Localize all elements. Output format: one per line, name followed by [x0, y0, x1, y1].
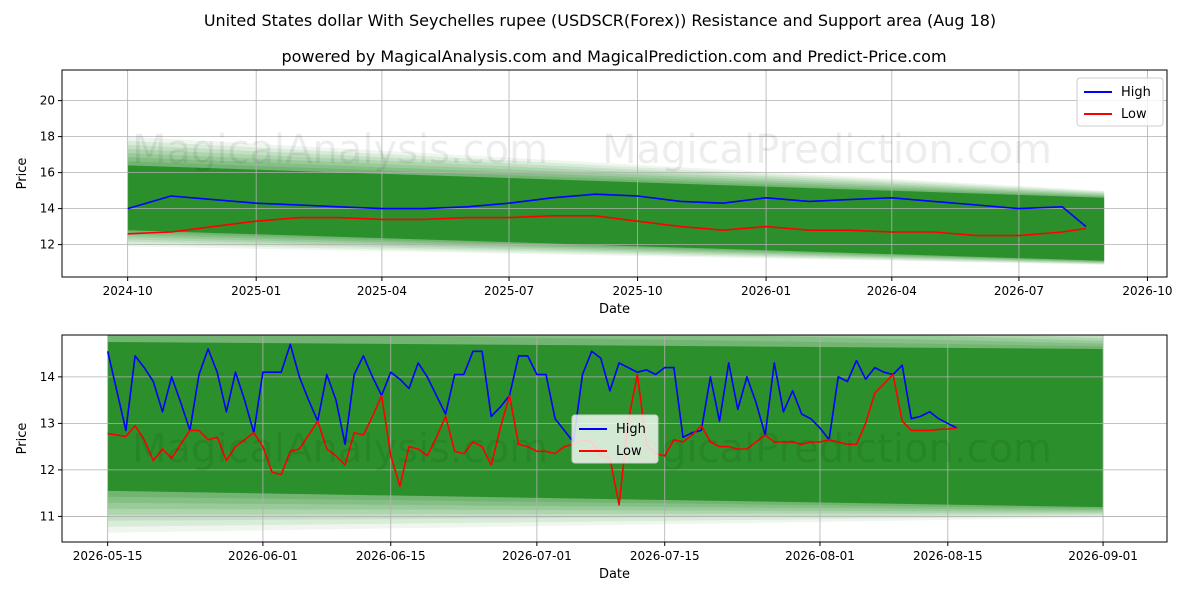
- figure-svg: United States dollar With Seychelles rup…: [0, 0, 1200, 600]
- watermark-prediction: MagicalPrediction.com: [602, 426, 1052, 472]
- x-tick-label: 2026-08-01: [785, 549, 855, 563]
- y-tick-label: 16: [40, 166, 55, 180]
- x-tick-label: 2025-01: [231, 284, 281, 298]
- y-tick-label: 14: [40, 370, 55, 384]
- x-tick-label: 2026-06-01: [228, 549, 298, 563]
- y-tick-label: 11: [40, 509, 55, 523]
- x-tick-label: 2026-08-15: [913, 549, 983, 563]
- y-tick-label: 20: [40, 94, 55, 108]
- x-axis-label: Date: [599, 302, 630, 317]
- x-tick-label: 2026-06-15: [356, 549, 426, 563]
- x-tick-label: 2026-05-15: [73, 549, 143, 563]
- x-tick-label: 2026-01: [741, 284, 791, 298]
- y-tick-label: 13: [40, 416, 55, 430]
- x-tick-label: 2026-09-01: [1068, 549, 1138, 563]
- chart-figure: United States dollar With Seychelles rup…: [0, 0, 1200, 600]
- x-tick-label: 2024-10: [103, 284, 153, 298]
- legend: High Low: [571, 414, 659, 464]
- watermark-analysis: MagicalAnalysis.com: [132, 127, 548, 173]
- legend-label-low: Low: [1121, 107, 1147, 122]
- legend-label-high: High: [1121, 85, 1151, 100]
- y-tick-label: 12: [40, 238, 55, 252]
- y-axis-label: Price: [15, 158, 30, 190]
- watermark-prediction: MagicalPrediction.com: [602, 127, 1052, 173]
- x-tick-label: 2025-10: [612, 284, 662, 298]
- x-tick-label: 2025-07: [484, 284, 534, 298]
- legend: High Low: [1076, 77, 1164, 127]
- x-tick-label: 2026-07-15: [630, 549, 700, 563]
- chart-title: United States dollar With Seychelles rup…: [204, 11, 996, 30]
- legend-label-low: Low: [616, 444, 642, 459]
- x-tick-label: 2026-04: [867, 284, 917, 298]
- x-tick-label: 2026-10: [1122, 284, 1172, 298]
- x-axis-label: Date: [599, 567, 630, 582]
- x-tick-label: 2025-04: [357, 284, 407, 298]
- y-tick-label: 12: [40, 463, 55, 477]
- y-tick-label: 18: [40, 130, 55, 144]
- x-tick-label: 2026-07: [994, 284, 1044, 298]
- y-tick-label: 14: [40, 202, 55, 216]
- watermark-analysis: MagicalAnalysis.com: [132, 426, 548, 472]
- legend-label-high: High: [616, 422, 646, 437]
- y-axis-label: Price: [15, 423, 30, 455]
- x-tick-label: 2026-07-01: [502, 549, 572, 563]
- chart-subtitle: powered by MagicalAnalysis.com and Magic…: [281, 47, 946, 66]
